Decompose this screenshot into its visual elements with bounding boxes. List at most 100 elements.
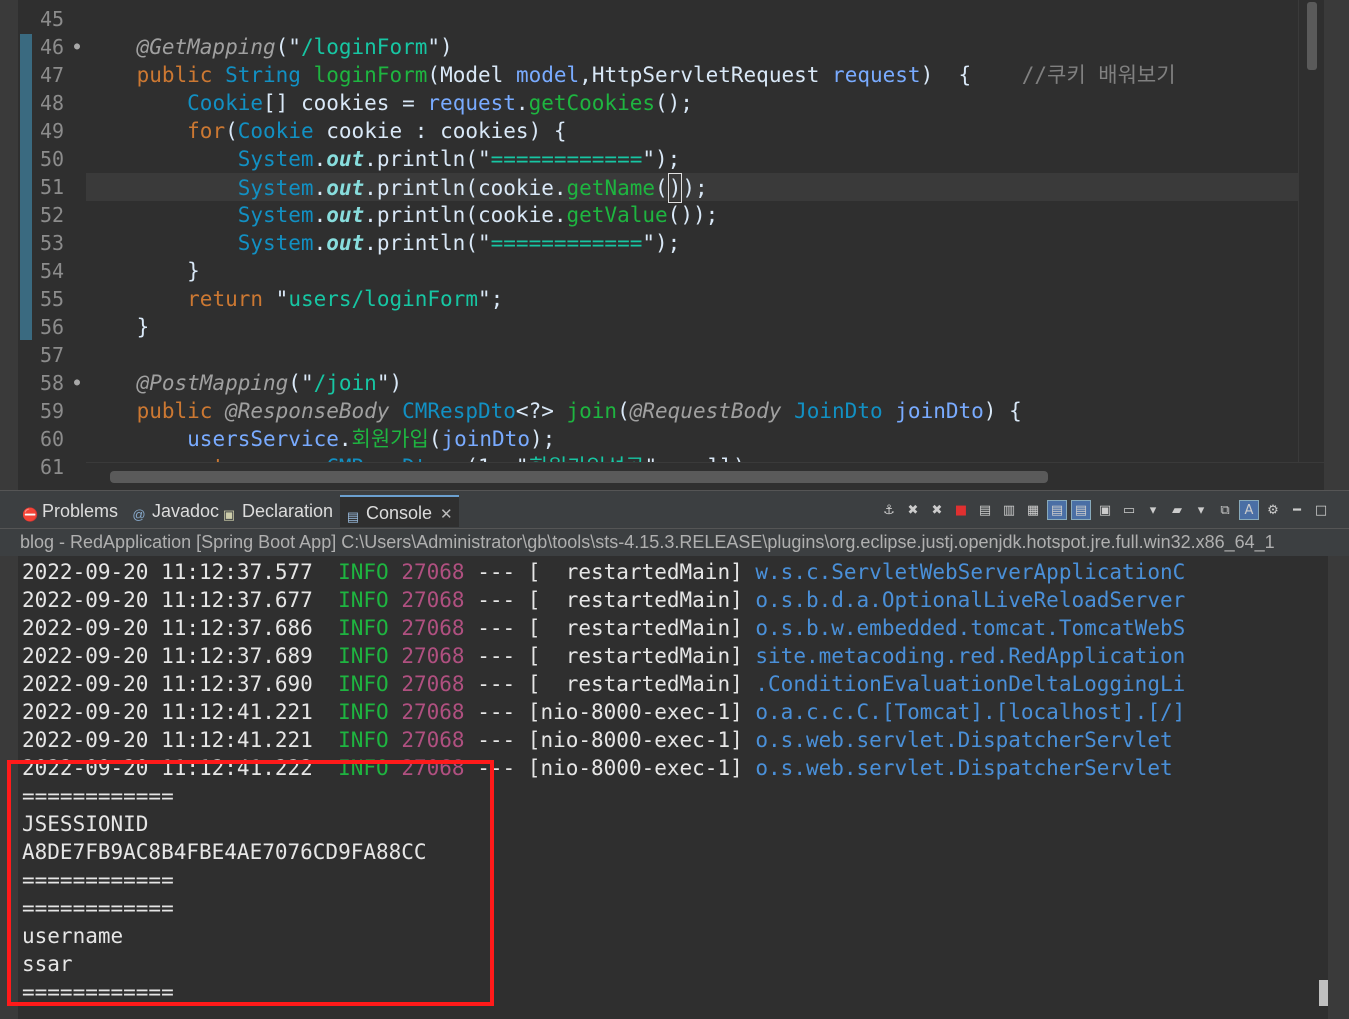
log-field: [465, 700, 478, 724]
show-on-stderr-icon[interactable]: ▤: [1071, 500, 1091, 520]
scrollbar-thumb[interactable]: [110, 471, 1048, 483]
link-icon[interactable]: ⚓: [879, 500, 899, 520]
code-token: out: [326, 203, 365, 227]
log-field: [ restartedMain]: [527, 644, 743, 668]
fold-toggle-icon[interactable]: ●: [74, 33, 84, 61]
code-line[interactable]: return "users/loginForm";: [86, 285, 1298, 313]
code-token: .: [313, 176, 327, 200]
tab-javadoc[interactable]: @ Javadoc: [132, 495, 219, 527]
code-token: String: [225, 63, 301, 87]
console-vertical-scrollbar[interactable]: [1310, 556, 1329, 1019]
tab-declaration[interactable]: ▣ Declaration: [222, 495, 333, 527]
minimize-icon[interactable]: ━: [1287, 500, 1307, 520]
code-token: 회원가입성공: [529, 455, 645, 462]
tab-label: Problems: [42, 501, 119, 521]
code-line[interactable]: System.out.println("============");: [86, 229, 1298, 257]
log-field: o.s.b.d.a.OptionalLiveReloadServer: [755, 588, 1186, 612]
line-number: 51: [40, 175, 65, 199]
maximize-icon[interactable]: □: [1311, 500, 1331, 520]
code-token: (: [428, 427, 442, 451]
code-token: join: [566, 399, 618, 423]
chevron-down-icon[interactable]: ▾: [1143, 500, 1163, 520]
code-line[interactable]: System.out.println(cookie.getValue());: [86, 201, 1298, 229]
code-line[interactable]: [86, 341, 1298, 369]
log-field: ---: [477, 644, 516, 668]
code-line[interactable]: }: [86, 313, 1298, 341]
code-area[interactable]: @GetMapping("/loginForm") public String …: [86, 0, 1298, 462]
remove-launch-icon[interactable]: ✖: [903, 500, 923, 520]
log-line: 2022-09-20 11:12:37.690 INFO 27068 --- […: [22, 670, 1312, 698]
log-field: [465, 616, 478, 640]
code-token: .: [515, 91, 529, 115]
code-token: (: [655, 176, 668, 200]
word-wrap-icon[interactable]: ▦: [1023, 500, 1043, 520]
copy-icon[interactable]: ⧉: [1215, 500, 1235, 520]
line-number: 47: [40, 63, 65, 87]
show-on-stdout-icon[interactable]: ▤: [1047, 500, 1067, 520]
log-line: 2022-09-20 11:12:37.577 INFO 27068 --- […: [22, 558, 1312, 586]
tab-console[interactable]: ▤ Console ✕: [340, 495, 459, 527]
code-line[interactable]: Cookie[] cookies = request.getCookies();: [86, 89, 1298, 117]
log-field: INFO: [338, 672, 389, 696]
log-field: o.s.web.servlet.DispatcherServlet: [755, 756, 1173, 780]
log-field: [465, 588, 478, 612]
scroll-lock-icon[interactable]: ▥: [999, 500, 1019, 520]
tab-problems[interactable]: ⛔ Problems: [22, 495, 118, 527]
code-line[interactable]: System.out.println(cookie.getName());: [86, 173, 1298, 203]
code-token: .: [313, 147, 327, 171]
code-line[interactable]: @GetMapping("/loginForm"): [86, 33, 1298, 61]
close-icon[interactable]: ✕: [440, 506, 453, 523]
code-line[interactable]: return new CMRespDto<>(1, "회원가입성공", null…: [86, 453, 1298, 462]
code-token: @ResponseBody: [225, 399, 390, 423]
change-marker: [20, 34, 32, 340]
code-token: .: [313, 231, 327, 255]
code-token: getValue: [566, 203, 668, 227]
scrollbar-thumb[interactable]: [1307, 2, 1317, 70]
code-token: .: [313, 203, 327, 227]
code-token: "): [427, 35, 453, 59]
code-token: joinDto: [895, 399, 984, 423]
gear-icon[interactable]: ⚙: [1263, 500, 1283, 520]
log-field: 2022-09-20 11:12:41.221: [22, 728, 313, 752]
new-console-icon[interactable]: ▰: [1167, 500, 1187, 520]
code-line[interactable]: public String loginForm(Model model,Http…: [86, 61, 1298, 89]
code-token: .: [364, 147, 377, 171]
code-token: request: [832, 63, 921, 87]
display-console-icon[interactable]: ▭: [1119, 500, 1139, 520]
code-token: ";: [477, 287, 504, 311]
editor-vertical-scrollbar[interactable]: [1298, 0, 1324, 462]
code-token: @GetMapping: [136, 35, 276, 59]
code-line[interactable]: }: [86, 257, 1298, 285]
console-toolbar: ⚓ ✖ ✖ ■ ▤ ▥ ▦ ▤ ▤ ▣ ▭ ▾ ▰ ▾ ⧉ A ⚙ ━ □: [879, 497, 1331, 523]
tab-label: Declaration: [242, 501, 334, 521]
line-number: 49: [40, 119, 65, 143]
code-token: out: [326, 147, 365, 171]
fold-toggle-icon[interactable]: ●: [74, 369, 84, 397]
font-icon[interactable]: A: [1239, 500, 1259, 520]
chevron-down-icon[interactable]: ▾: [1191, 500, 1211, 520]
log-field: INFO: [338, 616, 389, 640]
tab-label: Console: [366, 503, 433, 523]
clear-console-icon[interactable]: ▤: [975, 500, 995, 520]
code-line[interactable]: [86, 5, 1298, 33]
code-line[interactable]: System.out.println("============");: [86, 145, 1298, 173]
code-line[interactable]: public @ResponseBody CMRespDto<?> join(@…: [86, 397, 1298, 425]
code-token: System: [237, 176, 314, 200]
log-field: [313, 644, 338, 668]
code-line[interactable]: usersService.회원가입(joinDto);: [86, 425, 1298, 453]
code-line[interactable]: for(Cookie cookie : cookies) {: [86, 117, 1298, 145]
editor-horizontal-scrollbar[interactable]: [86, 462, 1324, 490]
code-token: (": [465, 147, 491, 171]
terminate-icon[interactable]: ■: [951, 500, 971, 520]
editor-left-margin: [0, 0, 18, 490]
pin-console-icon[interactable]: ▣: [1095, 500, 1115, 520]
log-field: [313, 588, 338, 612]
code-token: @RequestBody: [629, 399, 782, 423]
remove-all-icon[interactable]: ✖: [927, 500, 947, 520]
code-line[interactable]: @PostMapping("/join"): [86, 369, 1298, 397]
code-editor[interactable]: 45 46 ● 47 48 49 50 51 52 53 54 55 56 57 58 ● 59 60 61 @Ge…: [0, 0, 1349, 490]
log-field: [nio-8000-exec-1]: [527, 728, 743, 752]
code-token: cookies: [300, 91, 390, 115]
code-token: }: [86, 315, 150, 339]
